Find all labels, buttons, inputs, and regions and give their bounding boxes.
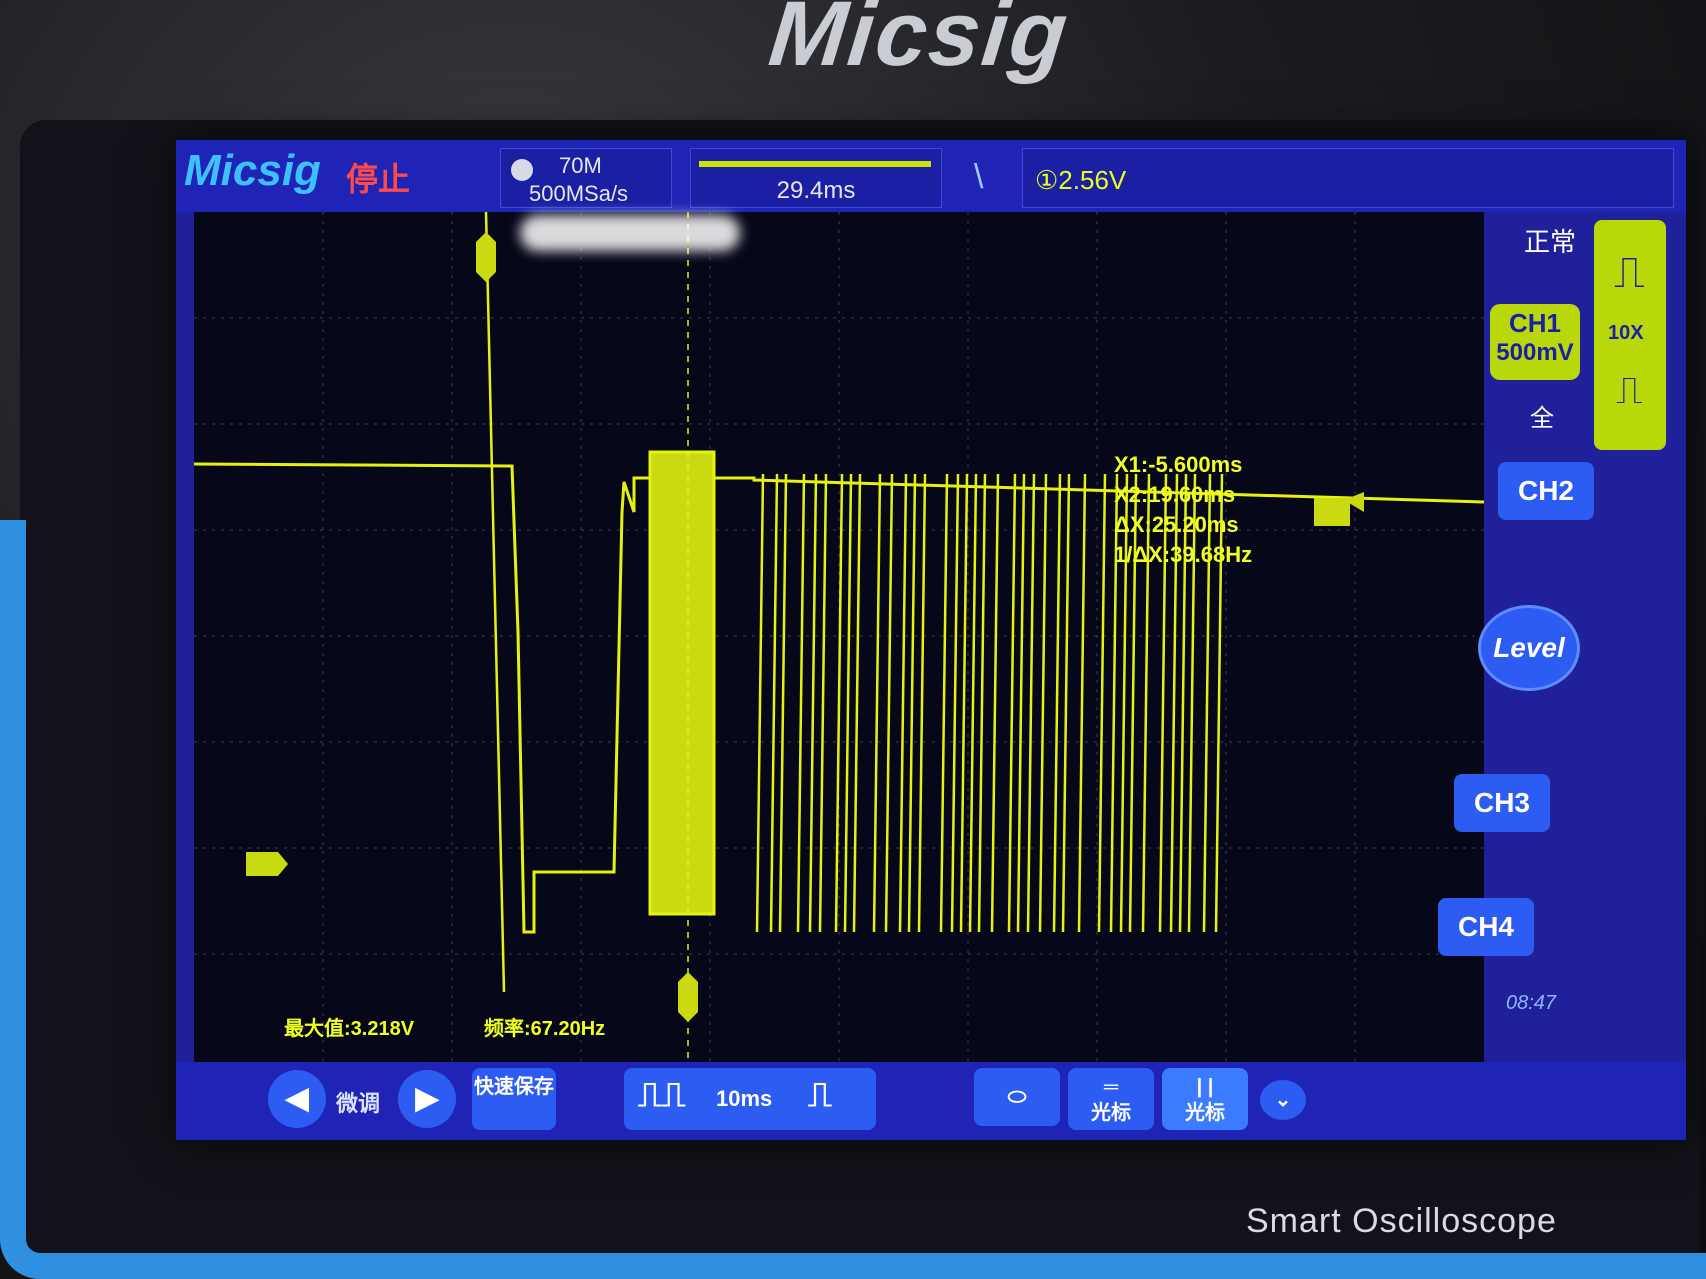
pulse-edge	[977, 473, 987, 933]
arrow-right-icon: ▶	[415, 1082, 439, 1115]
pulse-edge	[1097, 473, 1107, 933]
measure-x2: X2:19.60ms	[1114, 482, 1236, 507]
pulse-edge	[950, 473, 960, 933]
screen-glare	[520, 215, 740, 251]
oscilloscope-screen: Micsig 停止 70M 500MSa/s 29.4ms \ ①2.56V 正…	[176, 140, 1686, 1140]
quick-save-button[interactable]: 快速保存	[472, 1068, 556, 1130]
ch3-button[interactable]: CH3	[1454, 774, 1550, 832]
pulse-edge	[939, 473, 949, 933]
acquisition-dot-icon	[511, 159, 533, 181]
pulse-edge	[1077, 473, 1087, 933]
probe-ratio[interactable]: 10X	[1608, 322, 1644, 345]
vertical-cursor-icon: | |	[1196, 1076, 1214, 1098]
bottom-toolbar: ◀ 微调 ▶ 快速保存 ⎍⎍ 10ms ⎍ ⬭ ═ 光标 | | 光标 ⌄	[176, 1062, 1686, 1140]
pulse-edge	[808, 473, 818, 933]
pulse-edge	[818, 473, 828, 933]
pulse-edge	[1061, 473, 1071, 933]
vertical-cursor-button[interactable]: | | 光标	[1162, 1068, 1248, 1130]
timebase-value: 10ms	[716, 1086, 773, 1111]
pulse-small-icon[interactable]: ⎍	[1616, 370, 1643, 413]
pulse-icon[interactable]: ⎍	[1614, 248, 1645, 298]
menu-button[interactable]: ⬭	[974, 1068, 1060, 1126]
pulse-edge	[852, 473, 862, 933]
measure-max: 最大值:3.218V	[284, 1018, 415, 1040]
pulse-edge	[769, 473, 779, 933]
ch1-scale: 500mV	[1496, 339, 1574, 366]
idle-segment	[714, 476, 1484, 504]
ch1-panel[interactable]: CH1 500mV 全 ⎍ 10X ⎍	[1476, 220, 1681, 450]
more-button[interactable]: ⌄	[1260, 1080, 1306, 1120]
pulse-edge	[907, 473, 917, 933]
pulse-edge	[1052, 473, 1062, 933]
measure-delta-x: ΔX:25.20ms	[1114, 512, 1239, 537]
horizontal-position-panel[interactable]: 29.4ms	[690, 148, 942, 208]
fine-adjust-label: 微调	[336, 1091, 381, 1116]
menu-pill-icon: ⬭	[1007, 1084, 1027, 1109]
measure-x1: X1:-5.600ms	[1114, 452, 1243, 477]
measure-frequency: 频率:67.20Hz	[484, 1018, 606, 1040]
pulse-edge	[843, 473, 853, 933]
pulse-edge	[968, 473, 978, 933]
cursor-x1-marker	[476, 232, 496, 282]
ch1-level-marker	[1314, 498, 1350, 526]
fine-right-button[interactable]: ▶	[398, 1070, 456, 1128]
ch1-name: CH1	[1508, 308, 1561, 338]
timebase-slow-icon[interactable]: ⎍	[808, 1076, 832, 1115]
trigger-panel[interactable]: ①2.56V	[1022, 148, 1674, 208]
timebase-control[interactable]: ⎍⎍ 10ms ⎍	[624, 1068, 876, 1130]
ch1-bandwidth-limit[interactable]: 全	[1530, 398, 1554, 433]
ch1-side-panel[interactable]: ⎍ 10X ⎍	[1594, 220, 1666, 450]
measure-inverse-delta-x: 1/ΔX:39.68Hz	[1114, 542, 1253, 567]
pulse-edge	[796, 473, 806, 933]
pulse-edge	[872, 473, 882, 933]
cursor-x2-marker	[678, 972, 698, 1022]
burst-block	[648, 450, 716, 916]
waveform-svg	[194, 212, 1484, 1062]
run-state-indicator[interactable]: 停止	[346, 154, 410, 200]
device-model-label: Smart Oscilloscope	[1246, 1202, 1557, 1240]
ch1-tag[interactable]: CH1 500mV	[1490, 304, 1580, 380]
arrow-left-icon: ◀	[285, 1082, 309, 1115]
pulse-edge	[990, 473, 1000, 933]
pulse-edge	[1016, 473, 1026, 933]
acquisition-panel[interactable]: 70M 500MSa/s	[500, 148, 672, 208]
screen-logo: Micsig	[184, 146, 321, 195]
clock-label: 08:47	[1506, 992, 1557, 1014]
pulse-edge	[834, 473, 844, 933]
fine-left-button[interactable]: ◀	[268, 1070, 326, 1128]
trigger-level-value: ①2.56V	[1035, 165, 1127, 195]
falling-edge-icon[interactable]: \	[974, 158, 983, 197]
time-position-value: 29.4ms	[776, 177, 856, 204]
top-status-bar: Micsig 停止 70M 500MSa/s 29.4ms \ ①2.56V	[176, 140, 1686, 212]
horizontal-cursor-label: 光标	[1091, 1102, 1131, 1124]
pulse-edge	[1038, 473, 1048, 933]
pulse-edge	[755, 473, 765, 933]
level-button[interactable]: Level	[1478, 605, 1580, 691]
cursor-x1-line	[484, 212, 506, 993]
pulse-edge	[959, 473, 969, 933]
pulse-edge	[917, 473, 927, 933]
bandwidth-label: 70M	[559, 153, 602, 178]
pulse-edge	[898, 473, 908, 933]
pulse-edge	[884, 473, 894, 933]
ch2-button[interactable]: CH2	[1498, 462, 1594, 520]
vertical-cursor-label: 光标	[1185, 1102, 1225, 1124]
ch1-ground-marker	[246, 852, 288, 876]
ch4-button[interactable]: CH4	[1438, 898, 1534, 956]
waveform-display[interactable]: X1:-5.600ms X2:19.60ms ΔX:25.20ms 1/ΔX:3…	[194, 212, 1484, 1062]
device-brand: Micsig	[764, 0, 1074, 85]
horizontal-cursor-button[interactable]: ═ 光标	[1068, 1068, 1154, 1130]
pulse-edge	[1026, 473, 1036, 933]
pulse-edge	[778, 473, 788, 933]
timebase-fast-icon[interactable]: ⎍⎍	[638, 1076, 686, 1115]
memory-position-bar	[699, 161, 931, 167]
pulse-edge	[1007, 473, 1017, 933]
sample-rate-label: 500MSa/s	[529, 181, 629, 206]
horizontal-cursor-icon: ═	[1103, 1076, 1119, 1098]
chevron-down-icon: ⌄	[1274, 1089, 1292, 1111]
